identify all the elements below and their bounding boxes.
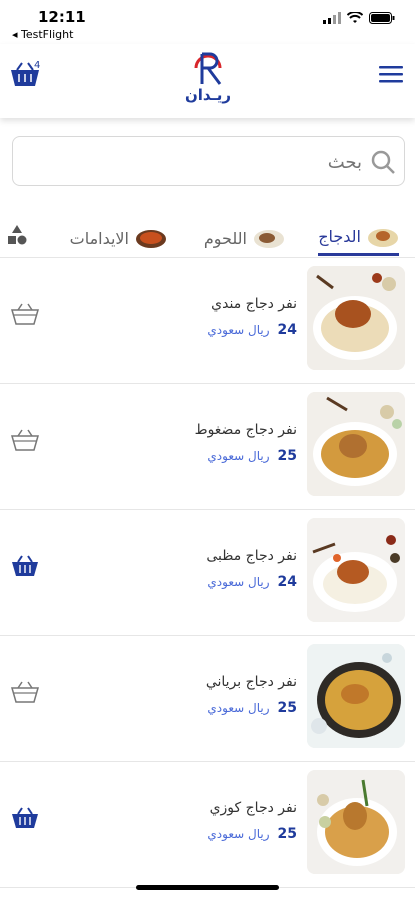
product-row[interactable]: نفر دجاج مضغوط 25 ريال سعودي xyxy=(0,384,415,510)
search-icon[interactable] xyxy=(370,149,396,175)
product-name: نفر دجاج مظبى xyxy=(206,548,297,564)
app-logo: ريـدان xyxy=(168,46,248,110)
tab-meat-label: اللحوم xyxy=(203,228,247,248)
product-image xyxy=(307,770,405,874)
add-to-cart-icon[interactable] xyxy=(10,680,40,704)
chicken-thumbnail xyxy=(368,228,398,247)
price-currency: ريال سعودي xyxy=(207,449,270,463)
biryani-chicken-image xyxy=(307,644,405,748)
cellular-signal-icon xyxy=(323,12,341,24)
battery-icon xyxy=(369,12,395,24)
product-image xyxy=(307,644,405,748)
in-cart-icon[interactable] xyxy=(10,806,40,830)
logo-text: ريـدان xyxy=(184,86,231,104)
status-icons xyxy=(323,12,395,24)
logo-mark xyxy=(194,52,222,85)
back-to-testflight-link[interactable]: ◂ TestFlight xyxy=(12,28,73,41)
product-name: نفر دجاج مندي xyxy=(211,296,297,312)
tab-stews[interactable]: الايدامات xyxy=(70,220,167,256)
product-row[interactable]: نفر دجاج مظبى 24 ريال سعودي xyxy=(0,510,415,636)
product-image xyxy=(307,392,405,496)
category-tabs: الدجاج اللحوم الايدامات xyxy=(0,212,415,258)
hamburger-menu-icon[interactable] xyxy=(377,62,405,86)
app-header: 4 ريـدان xyxy=(0,44,415,118)
status-time: 12:11 xyxy=(38,8,86,26)
product-image xyxy=(307,518,405,622)
add-to-cart-icon[interactable] xyxy=(10,302,40,326)
price-value: 24 xyxy=(277,574,297,590)
in-cart-icon[interactable] xyxy=(10,554,40,578)
price-currency: ريال سعودي xyxy=(207,701,270,715)
price-value: 25 xyxy=(277,448,297,464)
product-image xyxy=(307,266,405,370)
kozi-chicken-image xyxy=(307,770,405,874)
add-to-cart-icon[interactable] xyxy=(10,428,40,452)
product-price: 24 ريال سعودي xyxy=(207,322,297,338)
tab-meat[interactable]: اللحوم xyxy=(204,220,285,256)
product-price: 24 ريال سعودي xyxy=(207,574,297,590)
madghoot-chicken-image xyxy=(307,392,405,496)
wifi-icon xyxy=(347,12,363,23)
price-currency: ريال سعودي xyxy=(207,323,270,337)
product-row[interactable]: نفر دجاج برياني 25 ريال سعودي xyxy=(0,636,415,762)
product-price: 25 ريال سعودي xyxy=(207,448,297,464)
tab-chicken[interactable]: الدجاج xyxy=(318,220,399,256)
meat-thumbnail xyxy=(254,230,284,248)
mandi-chicken-image xyxy=(307,266,405,370)
tab-chicken-label: الدجاج xyxy=(318,227,361,246)
product-price: 25 ريال سعودي xyxy=(207,700,297,716)
product-name: نفر دجاج مضغوط xyxy=(194,422,297,438)
more-categories-icon[interactable] xyxy=(6,224,28,246)
search-bar xyxy=(12,136,405,186)
price-value: 25 xyxy=(277,700,297,716)
product-price: 25 ريال سعودي xyxy=(207,826,297,842)
price-currency: ريال سعودي xyxy=(207,575,270,589)
product-name: نفر دجاج برياني xyxy=(205,674,297,690)
product-name: نفر دجاج كوزي xyxy=(209,800,297,816)
tab-stews-label: الايدامات xyxy=(69,228,129,248)
price-value: 24 xyxy=(277,322,297,338)
cart-count-badge: 4 xyxy=(34,60,41,71)
stews-thumbnail xyxy=(136,230,166,248)
product-list: نفر دجاج مندي 24 ريال سعودي نفر دجاج مضغ… xyxy=(0,258,415,888)
search-input[interactable] xyxy=(62,149,362,175)
status-bar: 12:11 ◂ TestFlight xyxy=(0,0,415,44)
home-indicator[interactable] xyxy=(136,885,279,890)
madhbi-chicken-image xyxy=(307,518,405,622)
product-row[interactable]: نفر دجاج مندي 24 ريال سعودي xyxy=(0,258,415,384)
price-value: 25 xyxy=(277,826,297,842)
price-currency: ريال سعودي xyxy=(207,827,270,841)
product-row[interactable]: نفر دجاج كوزي 25 ريال سعودي xyxy=(0,762,415,888)
